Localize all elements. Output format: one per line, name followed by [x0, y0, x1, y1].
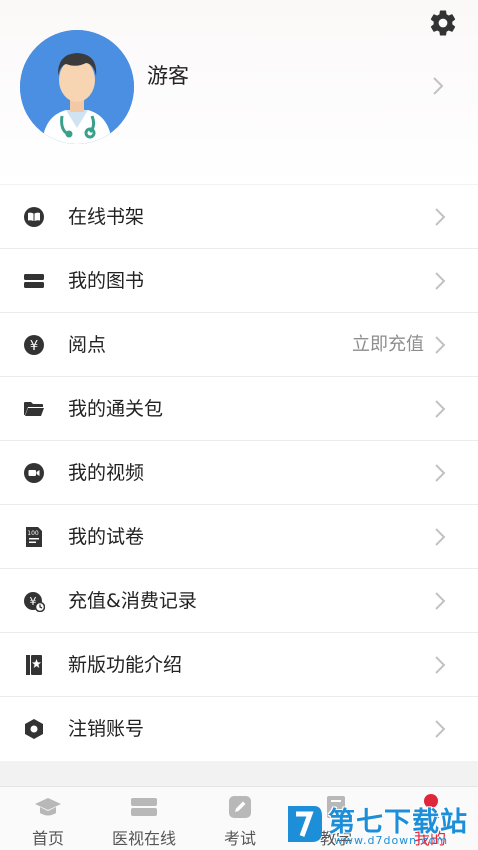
- new-feature-icon: [26, 655, 42, 675]
- menu-item-label: 新版功能介绍: [68, 654, 183, 676]
- menu-list: 在线书架 我的图书 ¥ 阅点 立即充值 我的通关包 我的视频 100 我的试卷 …: [0, 185, 478, 761]
- exam-paper-icon: 100: [26, 527, 42, 547]
- username[interactable]: 游客: [147, 60, 189, 90]
- settings-button[interactable]: [426, 6, 460, 40]
- menu-item-label: 我的试卷: [68, 526, 145, 548]
- menu-item-delete-account[interactable]: 注销账号: [0, 697, 478, 761]
- menu-item-label: 在线书架: [68, 206, 145, 228]
- gear-icon: [430, 10, 456, 36]
- menu-item-reading-points[interactable]: ¥ 阅点 立即充值: [0, 313, 478, 377]
- chevron-right-icon: [433, 77, 444, 95]
- watermark: 第七下载站 www.d7down.com: [284, 800, 474, 848]
- menu-item-my-books[interactable]: 我的图书: [0, 249, 478, 313]
- tab-label: 考试: [223, 829, 256, 848]
- profile-header: 游客: [0, 0, 478, 184]
- menu-item-label: 我的通关包: [68, 398, 164, 420]
- recharge-now-link[interactable]: 立即充值: [352, 333, 424, 357]
- avatar[interactable]: [20, 30, 134, 144]
- menu-item-label: 充值&消费记录: [68, 590, 197, 612]
- chevron-right-icon: [435, 720, 446, 738]
- menu-item-my-exam-papers[interactable]: 100 我的试卷: [0, 505, 478, 569]
- chevron-right-icon: [435, 208, 446, 226]
- chevron-right-icon: [435, 272, 446, 290]
- tab-exam[interactable]: 考试: [192, 787, 288, 850]
- chevron-right-icon: [435, 528, 446, 546]
- chevron-right-icon: [435, 400, 446, 418]
- video-camera-icon: [24, 463, 44, 483]
- stack-icon: [131, 798, 157, 816]
- menu-item-recharge-records[interactable]: ¥ 充值&消费记录: [0, 569, 478, 633]
- chevron-right-icon: [435, 336, 446, 354]
- chevron-right-icon: [435, 464, 446, 482]
- menu-item-online-bookshelf[interactable]: 在线书架: [0, 185, 478, 249]
- hexagon-icon: [25, 719, 43, 739]
- menu-item-pass-package[interactable]: 我的通关包: [0, 377, 478, 441]
- recharge-record-icon: ¥: [24, 592, 45, 612]
- doctor-avatar-icon: [20, 30, 134, 144]
- tab-home[interactable]: 首页: [0, 787, 96, 850]
- menu-item-new-features[interactable]: 新版功能介绍: [0, 633, 478, 697]
- yen-coin-icon: ¥: [24, 335, 44, 355]
- menu-item-label: 我的图书: [68, 270, 145, 292]
- chevron-right-icon: [435, 592, 446, 610]
- profile-arrow[interactable]: [432, 76, 444, 100]
- tab-label: 医视在线: [111, 829, 176, 848]
- watermark-url: www.d7down.com: [334, 834, 449, 847]
- books-icon: [24, 274, 44, 288]
- pencil-icon: [229, 796, 251, 818]
- menu-item-label: 我的视频: [68, 462, 145, 484]
- menu-item-label: 注销账号: [68, 718, 145, 740]
- tab-video-online[interactable]: 医视在线: [96, 787, 192, 850]
- menu-item-label: 阅点: [68, 334, 107, 356]
- open-book-icon: [24, 207, 44, 227]
- chevron-right-icon: [435, 656, 446, 674]
- menu-item-my-videos[interactable]: 我的视频: [0, 441, 478, 505]
- watermark-logo-icon: [288, 806, 322, 842]
- folder-icon: [24, 402, 44, 416]
- graduation-cap-icon: [35, 798, 61, 816]
- svg-text:100: 100: [27, 530, 39, 537]
- svg-text:¥: ¥: [30, 339, 38, 354]
- tab-label: 首页: [31, 829, 64, 848]
